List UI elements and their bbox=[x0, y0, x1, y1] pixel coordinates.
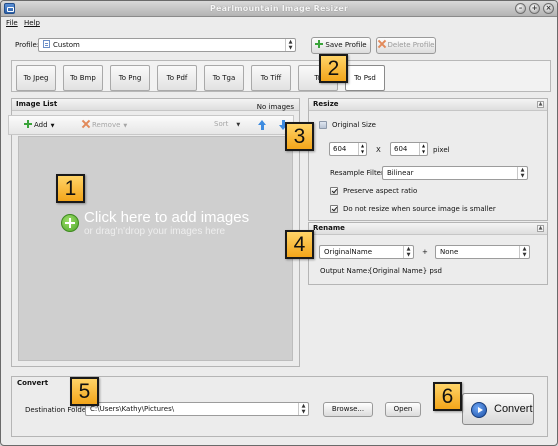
convert-button[interactable]: Convert bbox=[462, 393, 534, 425]
minimize-icon[interactable]: – bbox=[515, 3, 526, 14]
height-value: 604 bbox=[394, 145, 408, 153]
callout-3: 3 bbox=[285, 122, 314, 151]
rename-pattern-select[interactable]: OriginalName ▲ ▼ bbox=[319, 245, 414, 259]
rename-suffix-arrows-icon: ▲ ▼ bbox=[519, 246, 529, 258]
image-count: No images bbox=[256, 103, 294, 111]
resample-filter-select[interactable]: Bilinear ▲ ▼ bbox=[382, 166, 528, 180]
destination-folder-label: Destination Folder: bbox=[25, 406, 92, 414]
open-button[interactable]: Open bbox=[385, 402, 421, 417]
resize-title: Resize bbox=[313, 100, 339, 108]
rename-title: Rename bbox=[313, 224, 345, 232]
sort-label: Sort bbox=[214, 120, 229, 128]
resize-header: Resize ▲ bbox=[309, 99, 547, 111]
times-sign: X bbox=[376, 146, 381, 154]
format-button-png[interactable]: To Png bbox=[110, 65, 150, 91]
rename-pattern-value: OriginalName bbox=[324, 248, 373, 256]
destination-folder-value: C:\Users\Kathy\Pictures\ bbox=[90, 405, 175, 413]
convert-play-icon bbox=[471, 402, 487, 418]
window-title: Pearlmountain Image Resizer bbox=[209, 4, 349, 13]
resize-panel: Resize ▲ bbox=[308, 98, 548, 221]
profile-document-icon bbox=[43, 40, 50, 48]
format-button-jpeg[interactable]: To Jpeg bbox=[16, 65, 56, 91]
remove-label: Remove bbox=[92, 121, 121, 129]
drop-zone-sub-text: or drag'n'drop your images here bbox=[84, 226, 226, 237]
profile-select[interactable]: Custom ▲ ▼ bbox=[38, 38, 296, 52]
add-plus-icon bbox=[24, 120, 32, 128]
rename-suffix-select[interactable]: None ▲ ▼ bbox=[435, 245, 530, 259]
add-button[interactable]: Add ▼ bbox=[24, 120, 54, 129]
app-window: Pearlmountain Image Resizer – + × File H… bbox=[0, 0, 558, 446]
format-button-bmp[interactable]: To Bmp bbox=[63, 65, 103, 91]
add-label: Add bbox=[34, 121, 48, 129]
rename-suffix-value: None bbox=[440, 248, 459, 256]
sort-dropdown-icon[interactable]: ▼ bbox=[236, 122, 240, 128]
destination-folder-select[interactable]: C:\Users\Kathy\Pictures\ ▲ ▼ bbox=[85, 402, 309, 416]
format-button-tga[interactable]: To Tga bbox=[204, 65, 244, 91]
format-button-pdf[interactable]: To Pdf bbox=[157, 65, 197, 91]
title-bar[interactable]: Pearlmountain Image Resizer – + × bbox=[1, 1, 557, 17]
rename-plus: + bbox=[422, 248, 428, 256]
resample-filter-value: Bilinear bbox=[387, 169, 414, 177]
rename-header: Rename ▲ bbox=[309, 223, 547, 235]
profile-value: Custom bbox=[53, 41, 80, 49]
maximize-icon[interactable]: + bbox=[529, 3, 540, 14]
preserve-ratio-checkbox[interactable] bbox=[330, 187, 338, 195]
height-input[interactable]: 604 ▲ ▼ bbox=[390, 142, 428, 156]
close-icon[interactable]: × bbox=[543, 3, 554, 14]
callout-2: 2 bbox=[319, 54, 348, 83]
delete-profile-button[interactable]: Delete Profile bbox=[376, 37, 436, 54]
image-drop-zone[interactable]: Click here to add images or drag'n'drop … bbox=[18, 136, 293, 361]
select-arrows-icon: ▲ ▼ bbox=[285, 39, 295, 51]
callout-6: 6 bbox=[433, 382, 462, 411]
no-resize-smaller-label: Do not resize when source image is small… bbox=[343, 205, 496, 213]
convert-title: Convert bbox=[17, 379, 49, 387]
menu-bar: File Help bbox=[1, 18, 557, 30]
move-up-icon[interactable] bbox=[258, 120, 267, 130]
convert-button-label: Convert bbox=[494, 403, 533, 415]
delete-profile-label: Delete Profile bbox=[387, 41, 435, 49]
resize-collapse-icon[interactable]: ▲ bbox=[537, 101, 544, 108]
original-size-checkbox[interactable] bbox=[319, 121, 327, 129]
height-stepper-icon[interactable]: ▲ ▼ bbox=[419, 143, 427, 155]
resample-filter-label: Resample Filter: bbox=[330, 169, 387, 177]
save-profile-label: Save Profile bbox=[325, 41, 367, 49]
callout-5: 5 bbox=[70, 377, 99, 406]
remove-x-icon bbox=[82, 120, 90, 128]
width-value: 604 bbox=[333, 145, 347, 153]
width-input[interactable]: 604 ▲ ▼ bbox=[329, 142, 367, 156]
no-resize-smaller-checkbox[interactable] bbox=[330, 205, 338, 213]
width-stepper-icon[interactable]: ▲ ▼ bbox=[358, 143, 366, 155]
preserve-ratio-label: Preserve aspect ratio bbox=[343, 187, 418, 195]
unit-label: pixel bbox=[433, 146, 450, 154]
profile-label: Profile: bbox=[15, 41, 40, 49]
delete-x-icon bbox=[378, 40, 386, 48]
sort-button[interactable]: Sort ▼ bbox=[214, 120, 240, 128]
menu-file[interactable]: File bbox=[6, 19, 18, 27]
output-name-label: Output Name: bbox=[320, 267, 370, 275]
format-button-tiff[interactable]: To Tiff bbox=[251, 65, 291, 91]
add-images-icon[interactable] bbox=[61, 214, 79, 232]
image-list-toolbar: Add ▼ Remove ▼ Sort ▼ bbox=[8, 115, 294, 135]
callout-4: 4 bbox=[285, 230, 314, 259]
browse-button[interactable]: Browse... bbox=[323, 402, 373, 417]
plus-icon bbox=[315, 40, 324, 48]
resample-select-arrows-icon: ▲ ▼ bbox=[517, 167, 527, 179]
rename-pattern-arrows-icon: ▲ ▼ bbox=[403, 246, 413, 258]
remove-button[interactable]: Remove ▼ bbox=[82, 120, 127, 129]
format-button-psd[interactable]: To Psd bbox=[345, 65, 385, 91]
drop-zone-main-text[interactable]: Click here to add images bbox=[84, 209, 249, 226]
output-name-value: {Original Name} psd bbox=[368, 267, 442, 275]
format-buttons-row: To Jpeg To Bmp To Png To Pdf To Tga To T… bbox=[11, 60, 551, 92]
add-dropdown-icon[interactable]: ▼ bbox=[51, 123, 55, 129]
destination-arrows-icon: ▲ ▼ bbox=[298, 403, 308, 415]
original-size-label: Original Size bbox=[332, 121, 376, 129]
save-profile-button[interactable]: Save Profile bbox=[311, 37, 371, 54]
callout-1: 1 bbox=[56, 174, 85, 203]
menu-help[interactable]: Help bbox=[24, 19, 40, 27]
image-list-title: Image List bbox=[16, 100, 58, 108]
remove-dropdown-icon[interactable]: ▼ bbox=[123, 123, 127, 129]
rename-collapse-icon[interactable]: ▲ bbox=[537, 225, 544, 232]
image-list-header: Image List No images bbox=[12, 99, 299, 111]
